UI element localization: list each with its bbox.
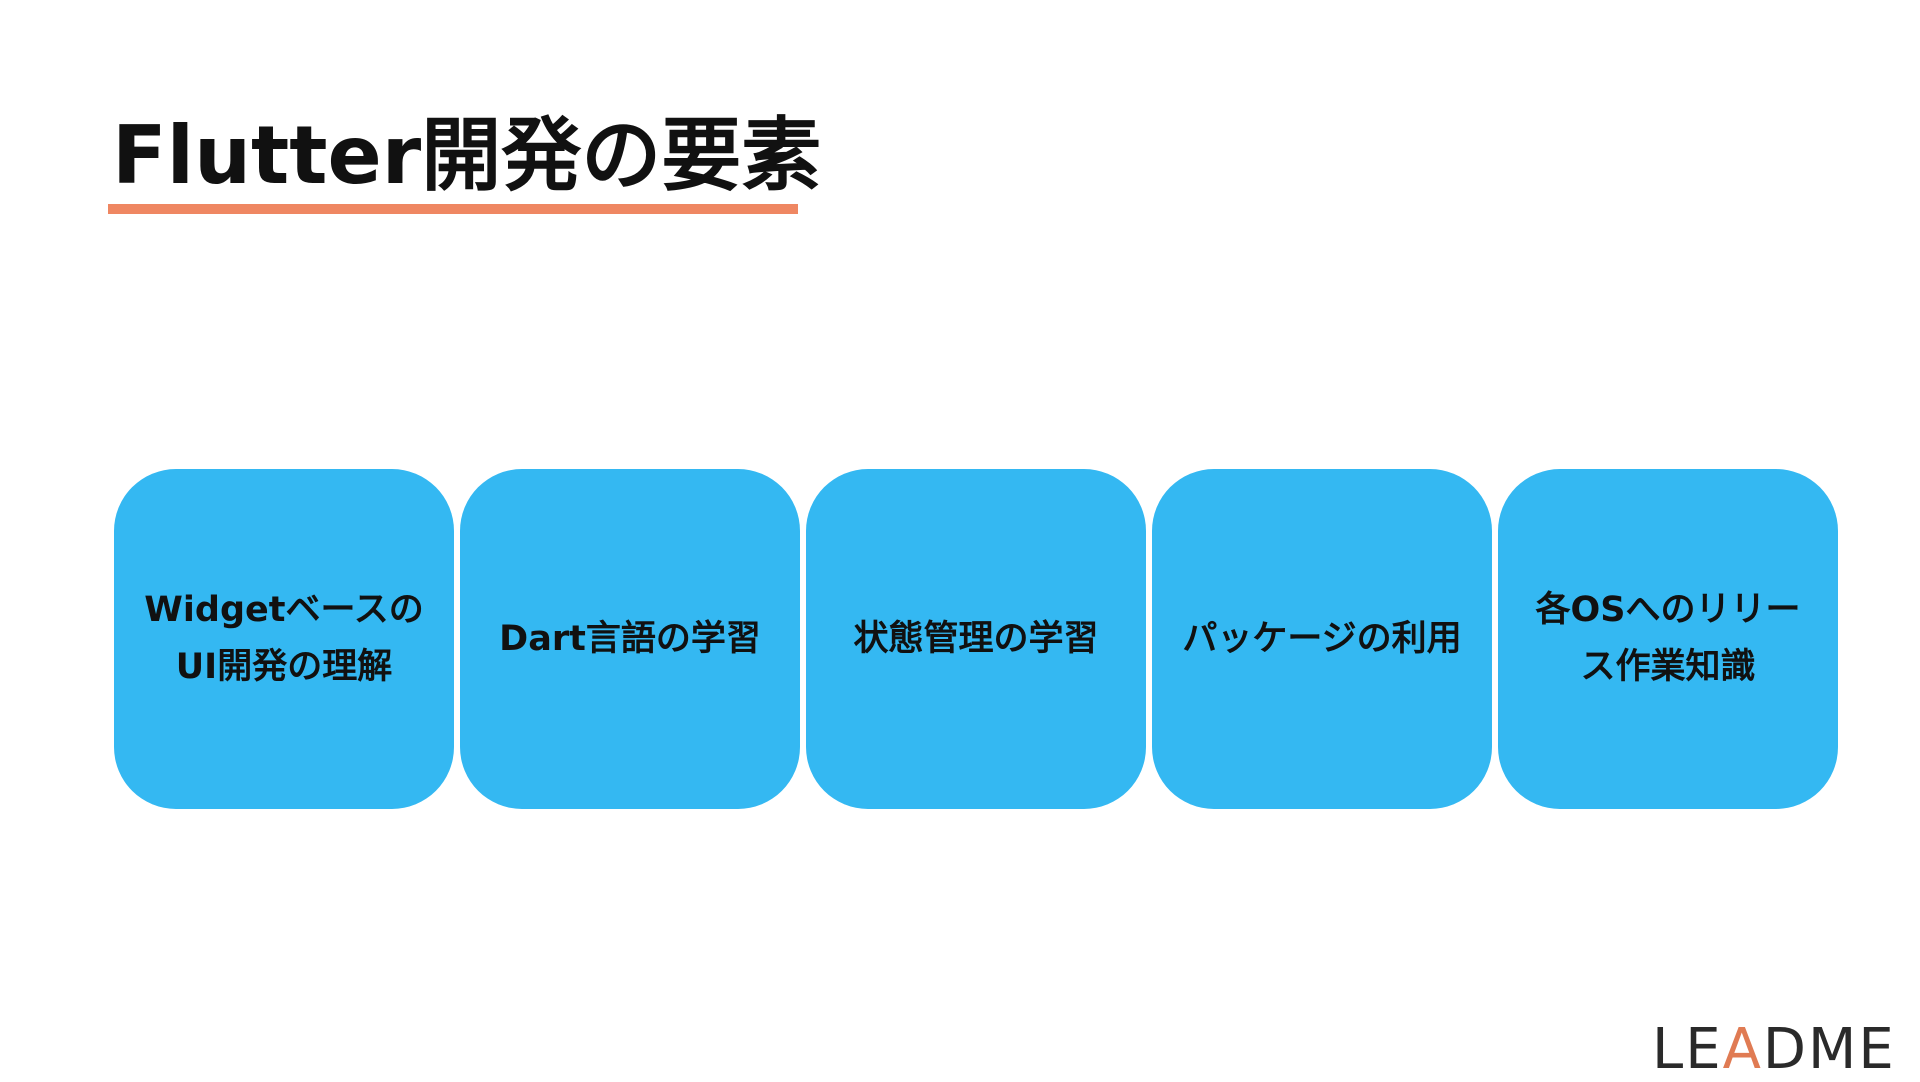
leadme-logo: LE A DME bbox=[1652, 1017, 1896, 1082]
logo-text-part2: DME bbox=[1762, 1017, 1896, 1082]
card-state-management: 状態管理の学習 bbox=[806, 469, 1146, 809]
card-label: Widgetベースの UI開発の理解 bbox=[144, 590, 424, 687]
element-cards: Widgetベースの UI開発の理解 Dart言語の学習 状態管理の学習 パッケ… bbox=[114, 469, 1839, 809]
card-label: 状態管理の学習 bbox=[853, 618, 1099, 659]
card-label: Dart言語の学習 bbox=[499, 618, 761, 659]
card-packages: パッケージの利用 bbox=[1152, 469, 1492, 809]
title-underline bbox=[108, 204, 798, 214]
logo-text-accent: A bbox=[1722, 1017, 1763, 1082]
logo-text-part1: LE bbox=[1652, 1017, 1723, 1082]
card-label: 各OSへのリリー ス作業知識 bbox=[1535, 590, 1801, 687]
card-dart-language: Dart言語の学習 bbox=[460, 469, 800, 809]
card-os-release: 各OSへのリリー ス作業知識 bbox=[1498, 469, 1838, 809]
slide-title-block: Flutter開発の要素 bbox=[108, 108, 821, 214]
card-label: パッケージの利用 bbox=[1182, 618, 1462, 659]
card-widget-ui: Widgetベースの UI開発の理解 bbox=[114, 469, 454, 809]
slide-title: Flutter開発の要素 bbox=[112, 109, 822, 202]
